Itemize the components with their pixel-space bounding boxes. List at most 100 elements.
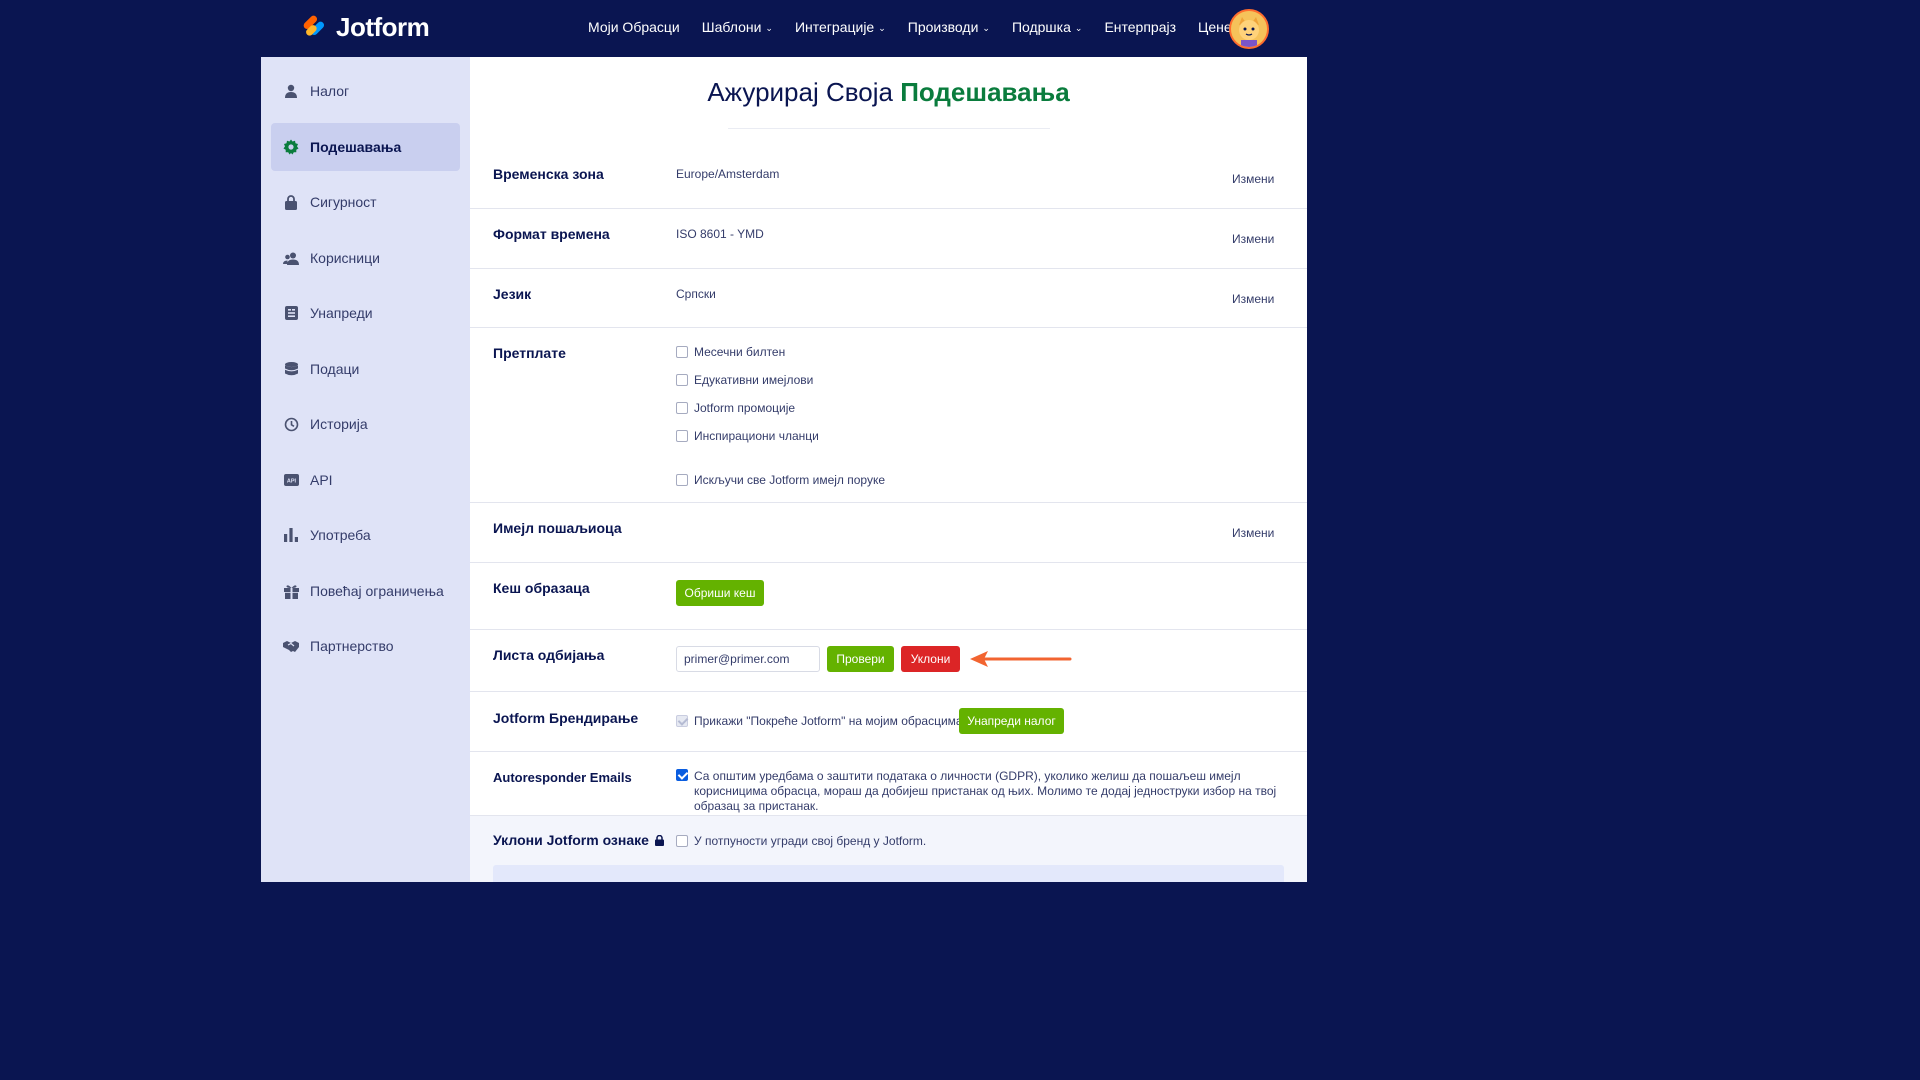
jotform-logo[interactable]: Jotform <box>300 12 430 43</box>
upgrade-account-button[interactable]: Унапреди налог <box>959 708 1064 734</box>
handshake-icon <box>283 638 299 654</box>
users-icon <box>283 250 299 266</box>
bounce-email-input[interactable]: primer@primer.com <box>676 646 820 672</box>
page-title-prefix: Ажурирај Своја <box>707 77 893 107</box>
checkbox-label: Месечни билтен <box>694 345 786 359</box>
sidebar-item-api[interactable]: API API <box>271 456 460 504</box>
form-cache-label: Кеш образаца <box>493 580 590 596</box>
time-format-row: Формат времена ISO 8601 - YMD Измени <box>470 209 1307 269</box>
logo-text: Jotform <box>336 12 430 42</box>
sender-email-row: Имејл пошаљиоца Измени <box>470 503 1307 563</box>
subscription-inspiration-articles[interactable]: Инспирациони чланци <box>676 429 819 443</box>
branding-label: Jotform Брендирање <box>493 710 639 726</box>
lock-icon <box>283 194 299 210</box>
autoresponder-label: Autoresponder Emails <box>493 770 632 785</box>
timezone-row: Временска зона Europe/Amsterdam Измени <box>470 149 1307 209</box>
subscription-promotions[interactable]: Jotform промоције <box>676 401 795 415</box>
chevron-down-icon: ⌄ <box>982 22 990 33</box>
checkbox-label: Инспирациони чланци <box>694 429 819 443</box>
subscription-educational-emails[interactable]: Едукативни имејлови <box>676 373 813 387</box>
settings-panel: Ажурирај Своја Подешавања Временска зона… <box>470 57 1307 882</box>
checkbox-label: Прикажи "Покреће Jotform" на мојим обрас… <box>694 714 963 728</box>
checkbox-label: Jotform промоције <box>694 401 796 415</box>
cat-avatar-icon <box>1231 11 1267 47</box>
nav-label: Производи <box>907 19 979 35</box>
checkbox[interactable] <box>676 346 688 358</box>
timezone-edit-link[interactable]: Измени <box>1232 172 1274 186</box>
sidebar-item-label: Партнерство <box>310 638 394 654</box>
autoresponder-row: Autoresponder Emails Са општим уредбама … <box>470 752 1307 816</box>
remove-marks-row: Уклони Jotform ознаке У потпуности уград… <box>470 816 1307 882</box>
autoresponder-text: Са општим уредбама о заштити података о … <box>694 769 1277 813</box>
sidebar-item-data[interactable]: Подаци <box>271 345 460 393</box>
checkbox[interactable] <box>676 474 688 486</box>
nav-templates[interactable]: Шаблони ⌄ <box>702 19 773 35</box>
nav-support[interactable]: Подршка ⌄ <box>1012 19 1083 35</box>
sidebar-item-label: Налог <box>310 83 350 99</box>
timezone-label: Временска зона <box>493 166 604 182</box>
upgrade-icon <box>283 305 299 321</box>
nav-integrations[interactable]: Интеграције ⌄ <box>795 19 886 35</box>
sidebar-item-label: Историја <box>310 416 368 432</box>
sidebar-item-label: API <box>310 472 333 488</box>
bounce-list-row: Листа одбијања primer@primer.com Провери… <box>470 630 1307 692</box>
nav-pricing[interactable]: Цене <box>1198 19 1232 35</box>
checkbox-label: Едукативни имејлови <box>694 373 814 387</box>
nav-enterprise[interactable]: Ентерпрајз <box>1104 19 1176 35</box>
nav-products[interactable]: Производи ⌄ <box>908 19 990 35</box>
nav-label: Подршка <box>1011 19 1071 35</box>
page-title: Ажурирај Своја Подешавања <box>470 77 1307 108</box>
remove-marks-label-text: Уклони Jotform ознаке <box>493 832 649 848</box>
sidebar-item-account[interactable]: Налог <box>271 67 460 115</box>
language-edit-link[interactable]: Измени <box>1232 292 1274 306</box>
show-powered-by-checkbox: Прикажи "Покреће Jotform" на мојим обрас… <box>676 714 963 728</box>
language-row: Језик Српски Измени <box>470 269 1307 328</box>
language-label: Језик <box>493 286 532 302</box>
remove-button[interactable]: Уклони <box>901 646 960 672</box>
remove-marks-checkbox[interactable]: У потпуности угради свој бренд у Jotform… <box>676 834 926 848</box>
sidebar-item-settings[interactable]: Подешавања <box>271 123 460 171</box>
checkbox[interactable] <box>676 835 688 847</box>
title-divider <box>728 128 1050 129</box>
checkbox <box>676 715 688 727</box>
time-format-edit-link[interactable]: Измени <box>1232 232 1274 246</box>
autoresponder-checkbox[interactable] <box>676 769 688 781</box>
sender-email-edit-link[interactable]: Измени <box>1232 526 1274 540</box>
check-button[interactable]: Провери <box>827 646 894 672</box>
sidebar-item-increase-limits[interactable]: Повећај ограничења <box>271 567 460 615</box>
page-title-accent: Подешавања <box>900 77 1070 107</box>
avatar[interactable] <box>1229 9 1269 49</box>
sidebar-item-label: Подешавања <box>310 139 402 155</box>
chevron-down-icon: ⌄ <box>765 22 773 33</box>
chart-icon <box>283 527 299 543</box>
lock-icon <box>654 834 664 846</box>
clear-cache-button[interactable]: Обриши кеш <box>676 580 764 606</box>
time-format-value: ISO 8601 - YMD <box>676 227 764 241</box>
sidebar-item-usage[interactable]: Употреба <box>271 511 460 559</box>
unsubscribe-all[interactable]: Искључи све Jotform имејл поруке <box>676 473 885 487</box>
remove-marks-label: Уклони Jotform ознаке <box>493 832 664 848</box>
checkbox[interactable] <box>676 374 688 386</box>
sidebar-item-upgrade[interactable]: Унапреди <box>271 289 460 337</box>
sidebar-item-label: Унапреди <box>310 305 373 321</box>
top-navbar: Jotform Моји Обрасци Шаблони ⌄ Интеграциј… <box>0 0 1568 58</box>
svg-text:API: API <box>286 479 296 485</box>
nav-label: Ентерпрајз <box>1104 19 1177 35</box>
time-format-label: Формат времена <box>493 226 610 242</box>
jotform-logo-icon <box>302 15 325 41</box>
user-icon <box>283 83 299 99</box>
checkbox-label: Искључи све Jotform имејл поруке <box>694 473 886 487</box>
sidebar-item-partnership[interactable]: Партнерство <box>271 622 460 670</box>
checkbox[interactable] <box>676 402 688 414</box>
sidebar-item-users[interactable]: Корисници <box>271 234 460 282</box>
sidebar-item-label: Сигурност <box>310 194 377 210</box>
nav-my-forms[interactable]: Моји Обрасци <box>588 19 680 35</box>
checkbox[interactable] <box>676 430 688 442</box>
gift-icon <box>283 583 299 599</box>
sidebar-item-history[interactable]: Историја <box>271 400 460 448</box>
sidebar: Налог Подешавања Сигурност Корисници Уна… <box>261 57 470 882</box>
sidebar-item-security[interactable]: Сигурност <box>271 178 460 226</box>
sender-email-label: Имејл пошаљиоца <box>493 520 622 536</box>
bounce-list-label: Листа одбијања <box>493 647 605 663</box>
subscription-monthly-newsletter[interactable]: Месечни билтен <box>676 345 785 359</box>
